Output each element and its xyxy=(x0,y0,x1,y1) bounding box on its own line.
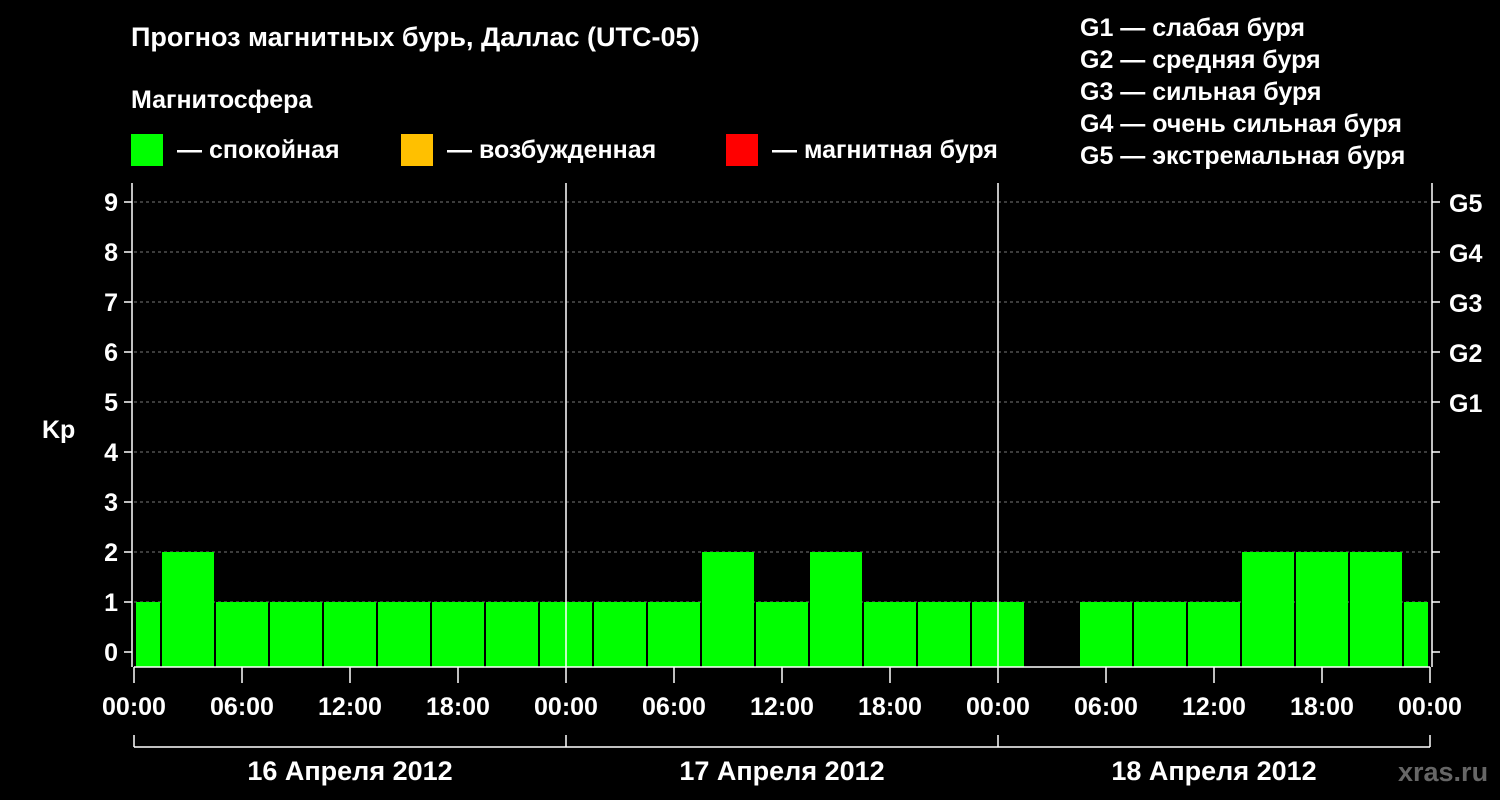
y-tick-label: 1 xyxy=(104,589,118,617)
y-tick-label: 2 xyxy=(104,539,118,567)
y-tick-label: 8 xyxy=(104,239,118,267)
y-tick-label: 5 xyxy=(104,389,118,417)
g-level-label: G3 xyxy=(1449,290,1482,318)
kp-bar xyxy=(1242,552,1294,667)
kp-bar xyxy=(270,602,322,667)
kp-bar xyxy=(1080,602,1132,667)
kp-bar xyxy=(1296,552,1348,667)
day-label: 16 Апреля 2012 xyxy=(247,756,452,786)
kp-bar xyxy=(136,602,160,667)
kp-bar xyxy=(810,552,862,667)
kp-bar xyxy=(756,602,808,667)
y-tick-label: 3 xyxy=(104,489,118,517)
kp-bar xyxy=(864,602,916,667)
y-tick-label: 9 xyxy=(104,189,118,217)
kp-bar xyxy=(324,602,376,667)
kp-bar xyxy=(1134,602,1186,667)
x-tick-label: 00:00 xyxy=(102,693,166,721)
g-level-label: G2 xyxy=(1449,340,1482,368)
kp-bar xyxy=(216,602,268,667)
kp-bar xyxy=(1188,602,1240,667)
y-tick-label: 4 xyxy=(104,439,118,467)
kp-bar xyxy=(594,602,646,667)
y-axis-label: Kp xyxy=(42,416,75,444)
x-tick-label: 06:00 xyxy=(642,693,706,721)
kp-bar xyxy=(918,602,970,667)
x-tick-label: 18:00 xyxy=(1290,693,1354,721)
g-level-label: G4 xyxy=(1449,240,1482,268)
x-tick-label: 06:00 xyxy=(210,693,274,721)
watermark: xras.ru xyxy=(1398,757,1489,787)
x-tick-label: 00:00 xyxy=(534,693,598,721)
kp-bar xyxy=(1350,552,1402,667)
g-level-label: G1 xyxy=(1449,390,1482,418)
x-tick-label: 12:00 xyxy=(318,693,382,721)
x-tick-label: 00:00 xyxy=(1398,693,1462,721)
y-tick-label: 6 xyxy=(104,339,118,367)
kp-bar xyxy=(432,602,484,667)
x-tick-label: 12:00 xyxy=(1182,693,1246,721)
kp-bar xyxy=(1404,602,1428,667)
kp-bar xyxy=(378,602,430,667)
g-level-label: G5 xyxy=(1449,190,1482,218)
x-tick-label: 18:00 xyxy=(426,693,490,721)
kp-bar xyxy=(162,552,214,667)
kp-bar xyxy=(486,602,538,667)
day-label: 17 Апреля 2012 xyxy=(679,756,884,786)
kp-bar xyxy=(648,602,700,667)
x-tick-label: 00:00 xyxy=(966,693,1030,721)
kp-bar xyxy=(702,552,754,667)
x-tick-label: 12:00 xyxy=(750,693,814,721)
x-tick-label: 18:00 xyxy=(858,693,922,721)
day-label: 18 Апреля 2012 xyxy=(1111,756,1316,786)
kp-chart: 0 1 2 3 4 5 6 7 8 9 G1 G2 G3 G4 G5 Kp 00:00 06:00 12:00 18:… xyxy=(42,183,1482,786)
y-tick-label: 7 xyxy=(104,289,118,317)
y-tick-label: 0 xyxy=(104,639,118,667)
x-tick-label: 06:00 xyxy=(1074,693,1138,721)
